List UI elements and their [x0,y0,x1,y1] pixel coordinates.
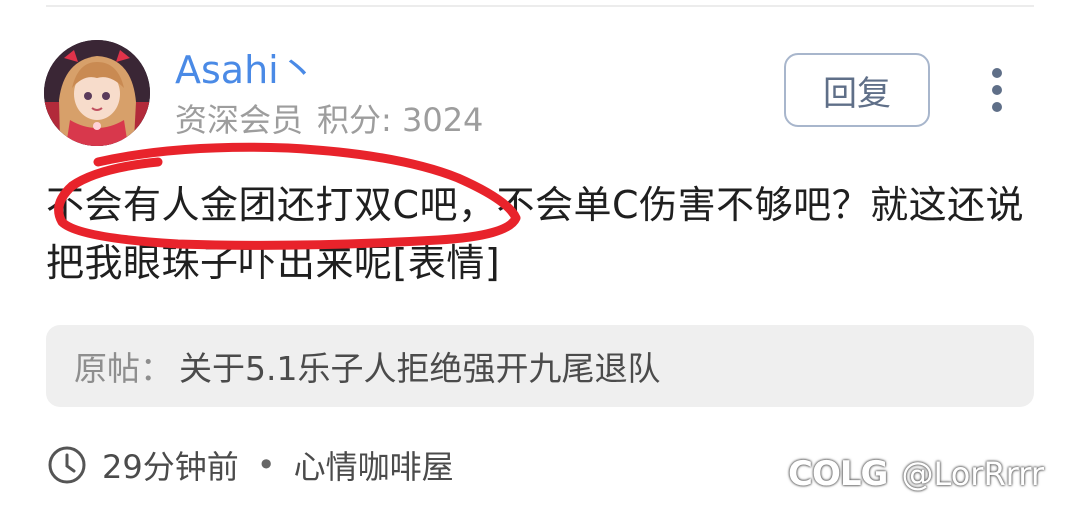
clock-icon [48,446,86,484]
more-vertical-icon[interactable] [982,66,1012,114]
user-points: 积分: 3024 [317,101,484,139]
watermark: COLG @LorRrrr [788,448,1044,500]
original-post-quote[interactable]: 原帖： 关于5.1乐子人拒绝强开九尾退队 [46,325,1034,407]
watermark-logo: COLG [788,454,888,494]
post-time: 29分钟前 [102,448,239,486]
member-level: 资深会员 [175,101,304,139]
top-divider [46,5,1034,7]
quote-label: 原帖： [74,349,173,388]
comment-text: 不会有人金团还打双C吧，不会单C伤害不够吧？就这还说把我眼珠子吓出来呢[表情] [46,183,1025,285]
post-reply-card: Asahi丶 资深会员 积分: 3024 回复 不会有人金团还打双C吧，不会单C伤… [0,0,1080,517]
watermark-handle: @LorRrrr [901,455,1045,493]
username[interactable]: Asahi丶 [175,48,317,92]
reply-button[interactable]: 回复 [784,53,930,127]
separator-dot: • [256,446,276,484]
post-footer: 29分钟前 • 心情咖啡屋 [46,440,454,490]
quote-title[interactable]: 关于5.1乐子人拒绝强开九尾退队 [179,342,660,390]
user-meta: 资深会员 积分: 3024 [175,100,483,140]
board-link[interactable]: 心情咖啡屋 [294,442,454,488]
avatar[interactable] [44,40,150,146]
